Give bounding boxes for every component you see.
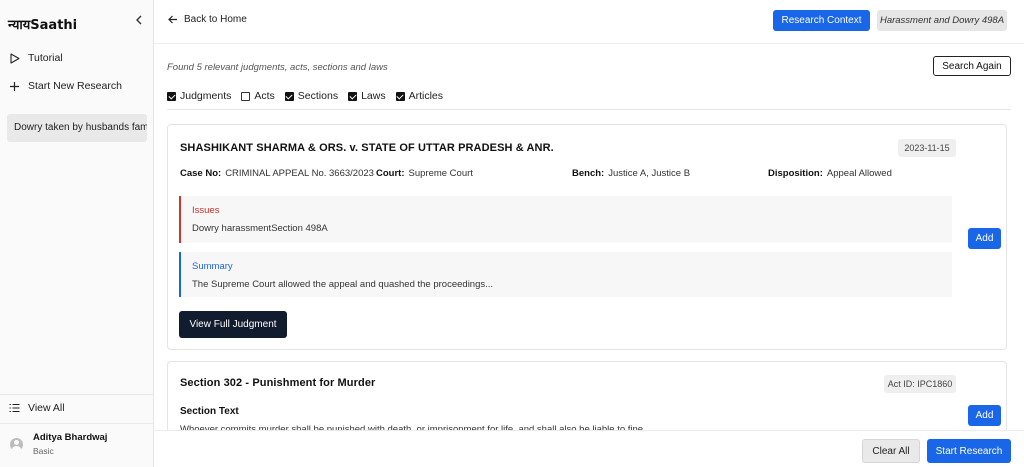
user-name: Aditya Bhardwaj — [33, 432, 108, 443]
user-profile[interactable]: Aditya Bhardwaj Basic — [10, 432, 107, 456]
case-no-value: CRIMINAL APPEAL No. 3663/2023 — [225, 168, 374, 179]
app-logo[interactable]: न्यायSaathi — [8, 15, 77, 33]
case-no-label: Case No: — [180, 168, 222, 179]
research-context-chip: Harassment and Dowry 498A — [877, 10, 1007, 31]
bench: Bench: Justice A, Justice B — [572, 168, 690, 179]
chevron-left-icon — [136, 15, 142, 25]
summary-section: Summary The Supreme Court allowed the ap… — [179, 252, 952, 297]
filter-acts[interactable]: Acts — [241, 90, 275, 102]
checkbox[interactable] — [241, 91, 251, 101]
checkbox[interactable] — [284, 91, 294, 101]
search-again-button[interactable]: Search Again — [933, 56, 1011, 76]
checkbox[interactable] — [167, 91, 176, 101]
avatar — [10, 438, 23, 451]
checkbox[interactable] — [395, 91, 405, 101]
play-icon — [8, 52, 20, 64]
section-text-label: Section Text — [180, 406, 239, 417]
bottom-action-bar: Clear All Start Research — [154, 430, 1024, 467]
filter-sections[interactable]: Sections — [284, 90, 339, 102]
filter-label: Judgments — [180, 90, 232, 102]
issues-text: Dowry harassmentSection 498A — [192, 223, 328, 234]
result-filters: Judgments Acts Sections Laws Articles — [167, 90, 443, 102]
filter-label: Sections — [297, 90, 339, 102]
issues-heading: Issues — [192, 205, 220, 216]
start-research-button[interactable]: Start Research — [927, 439, 1011, 463]
plus-icon — [8, 80, 20, 92]
filter-judgments[interactable]: Judgments — [167, 90, 231, 102]
court-label: Court: — [376, 168, 405, 179]
checkbox[interactable] — [348, 91, 358, 101]
court: Court: Supreme Court — [376, 168, 473, 179]
divider — [167, 109, 1011, 110]
add-section-button[interactable]: Add — [968, 405, 1001, 426]
arrow-left-icon — [168, 15, 177, 24]
start-new-research-link[interactable]: Start New Research — [8, 80, 122, 92]
bench-value: Justice A, Justice B — [608, 168, 691, 179]
court-value: Supreme Court — [408, 168, 473, 179]
list-icon — [8, 402, 20, 414]
disposition-label: Disposition: — [768, 168, 823, 179]
sidebar-divider — [0, 423, 154, 424]
disposition: Disposition: Appeal Allowed — [768, 168, 892, 179]
judgment-card: SHASHIKANT SHARMA & ORS. v. STATE OF UTT… — [167, 124, 1007, 350]
clear-all-button[interactable]: Clear All — [862, 439, 920, 463]
judgment-date-badge: 2023-11-15 — [898, 139, 956, 157]
tutorial-link[interactable]: Tutorial — [8, 52, 63, 64]
add-judgment-button[interactable]: Add — [968, 228, 1001, 249]
summary-heading: Summary — [192, 261, 233, 272]
back-to-home-link[interactable]: Back to Home — [168, 14, 247, 25]
sidebar: न्यायSaathi Tutorial Start New Research … — [0, 0, 154, 467]
collapse-sidebar-button[interactable] — [135, 14, 143, 28]
issues-section: Issues Dowry harassmentSection 498A — [179, 196, 952, 243]
tutorial-label: Tutorial — [28, 52, 63, 64]
back-to-home-label: Back to Home — [184, 14, 247, 25]
act-id-badge: Act ID: IPC1860 — [884, 375, 956, 393]
filter-label: Articles — [408, 90, 444, 102]
chat-history-item[interactable]: Dowry taken by husbands family — [7, 114, 147, 142]
view-all-label: View All — [28, 402, 65, 414]
filter-laws[interactable]: Laws — [348, 90, 386, 102]
summary-text: The Supreme Court allowed the appeal and… — [192, 279, 494, 290]
filter-label: Laws — [361, 90, 386, 102]
filter-label: Acts — [254, 90, 275, 102]
sidebar-divider — [0, 394, 154, 395]
start-new-research-label: Start New Research — [28, 80, 122, 92]
view-full-judgment-button[interactable]: View Full Judgment — [179, 311, 287, 338]
section-title: Section 302 - Punishment for Murder — [180, 377, 376, 389]
bench-label: Bench: — [572, 168, 605, 179]
research-context-button[interactable]: Research Context — [773, 10, 870, 31]
filter-articles[interactable]: Articles — [395, 90, 444, 102]
view-all-link[interactable]: View All — [8, 402, 65, 414]
disposition-value: Appeal Allowed — [826, 168, 892, 179]
judgment-title: SHASHIKANT SHARMA & ORS. v. STATE OF UTT… — [180, 142, 554, 154]
top-bar: Back to Home Research Context Harassment… — [154, 0, 1024, 44]
user-plan: Basic — [33, 446, 54, 456]
case-no: Case No: CRIMINAL APPEAL No. 3663/2023 — [180, 168, 374, 179]
results-summary: Found 5 relevant judgments, acts, sectio… — [167, 62, 388, 73]
